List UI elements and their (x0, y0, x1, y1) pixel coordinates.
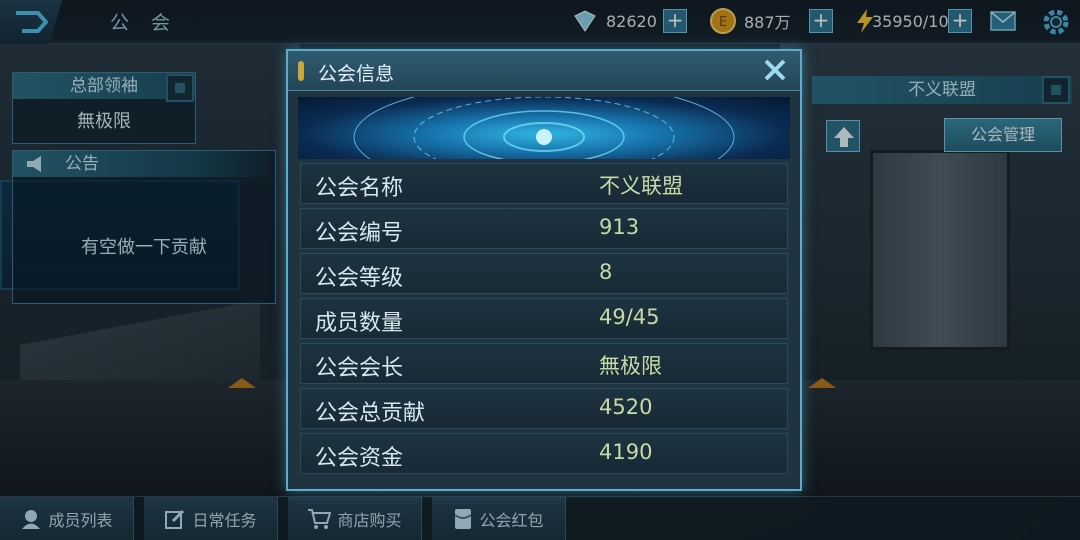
row-label: 公会名称 (315, 176, 404, 201)
info-row-funds: 公会资金 4190 (300, 433, 788, 474)
row-value: 8 (599, 260, 613, 284)
info-row-name: 公会名称 不义联盟 (300, 163, 788, 204)
row-value: 不义联盟 (599, 174, 683, 198)
guild-info-table: 公会名称 不义联盟 公会编号 913 公会等级 8 成员数量 49/45 公会会… (300, 163, 788, 478)
close-icon[interactable] (762, 57, 788, 83)
row-value: 4520 (599, 395, 653, 419)
row-label: 公会会长 (315, 356, 404, 381)
title-marker (298, 61, 304, 81)
info-row-members: 成员数量 49/45 (300, 298, 788, 339)
info-row-id: 公会编号 913 (300, 208, 788, 249)
dialog-title: 公会信息 (318, 63, 395, 85)
guild-info-dialog: 公会信息 公会名称 不义联盟 公会编号 913 公会等级 8 成员数量 49/4… (286, 49, 802, 491)
row-label: 公会等级 (315, 266, 404, 291)
row-label: 公会资金 (315, 446, 404, 471)
info-row-level: 公会等级 8 (300, 253, 788, 294)
info-row-president: 公会会长 無极限 (300, 343, 788, 384)
dialog-header: 公会信息 (288, 51, 800, 91)
row-value: 無极限 (599, 354, 662, 378)
row-label: 公会总贡献 (315, 401, 426, 426)
row-label: 公会编号 (315, 221, 404, 246)
row-value: 4190 (599, 440, 653, 464)
row-label: 成员数量 (315, 311, 404, 336)
guild-banner-image (298, 97, 790, 159)
row-value: 913 (599, 215, 640, 239)
info-row-contribution: 公会总贡献 4520 (300, 388, 788, 429)
row-value: 49/45 (599, 305, 660, 329)
